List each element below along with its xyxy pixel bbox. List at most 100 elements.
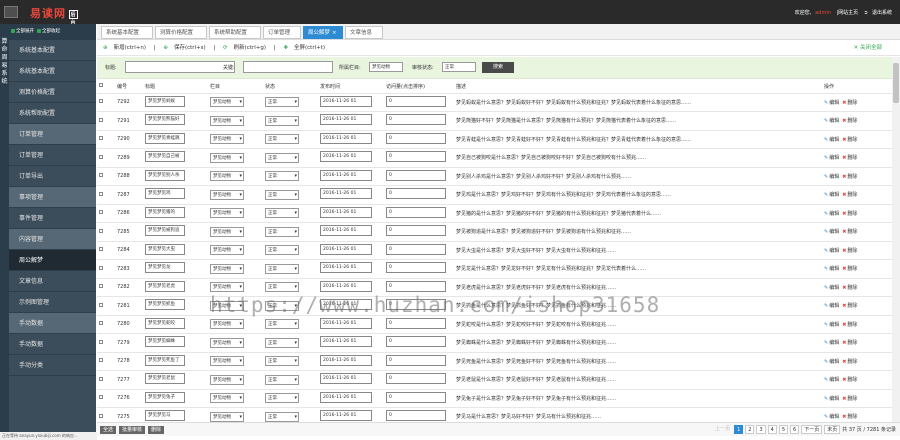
sidebar-item[interactable]: 订单管理 xyxy=(9,124,96,145)
row-checkbox[interactable] xyxy=(99,173,103,178)
delete-button[interactable]: 删除 xyxy=(842,211,857,217)
sidebar-item[interactable]: 订单管理 xyxy=(9,145,96,166)
column-header[interactable]: 访问量(点击排序) xyxy=(384,80,454,94)
views-input[interactable]: 0 xyxy=(386,373,446,385)
site-home-link[interactable]: |网站主页 xyxy=(837,10,859,16)
views-input[interactable]: 0 xyxy=(386,151,446,163)
views-input[interactable]: 0 xyxy=(386,188,446,200)
edit-button[interactable]: 编辑 xyxy=(824,211,839,217)
sidebar-item[interactable]: 事件管理 xyxy=(9,208,96,229)
title-input[interactable]: 梦见梦见马 xyxy=(145,410,185,422)
sidebar-item[interactable]: 手动数据 xyxy=(9,334,96,355)
edit-button[interactable]: 编辑 xyxy=(824,322,839,328)
date-input[interactable]: 2016-11-26 01 xyxy=(320,410,372,422)
row-checkbox[interactable] xyxy=(99,154,103,159)
edit-button[interactable]: 编辑 xyxy=(824,285,839,291)
status-select[interactable]: 正常 xyxy=(265,263,299,274)
delete-button[interactable]: 删除 xyxy=(842,174,857,180)
row-checkbox[interactable] xyxy=(99,376,103,381)
status-select[interactable]: 正常 xyxy=(265,208,299,219)
date-input[interactable]: 2016-11-26 01 xyxy=(320,225,372,237)
page-button[interactable]: 4 xyxy=(767,425,777,434)
delete-button[interactable]: 删除 xyxy=(842,192,857,198)
page-button[interactable]: 1 xyxy=(734,425,744,434)
views-input[interactable]: 0 xyxy=(386,336,446,348)
edit-button[interactable]: 编辑 xyxy=(824,248,839,254)
edit-button[interactable]: 编辑 xyxy=(824,137,839,143)
title-input[interactable]: 梦见梦见熊猫好 xyxy=(145,114,185,126)
title-input[interactable]: 梦见梦见蚂蚁 xyxy=(145,95,185,107)
status-select[interactable]: 正常 xyxy=(265,226,299,237)
sidebar-item[interactable]: 手动分类 xyxy=(9,355,96,376)
delete-button[interactable]: 删除 xyxy=(842,414,857,420)
delete-button[interactable]: 删除 xyxy=(842,396,857,402)
category-select[interactable]: 梦见动物 xyxy=(210,393,244,404)
date-input[interactable]: 2016-11-26 01 xyxy=(320,354,372,366)
views-input[interactable]: 0 xyxy=(386,243,446,255)
close-all-button[interactable]: ✕ 关闭全部 xyxy=(854,41,888,56)
row-checkbox[interactable] xyxy=(99,395,103,400)
row-checkbox[interactable] xyxy=(99,136,103,141)
status-select[interactable]: 正常 xyxy=(265,189,299,200)
views-input[interactable]: 0 xyxy=(386,410,446,422)
row-checkbox[interactable] xyxy=(99,117,103,122)
last-page-button[interactable]: 末页 xyxy=(824,425,841,434)
page-button[interactable]: 3 xyxy=(756,425,766,434)
batch-delete-button[interactable]: 删除 xyxy=(148,426,165,434)
category-select[interactable]: 梦见动物 xyxy=(210,300,244,311)
delete-button[interactable]: 删除 xyxy=(842,359,857,365)
title-input[interactable]: 梦见梦见鸡 xyxy=(145,188,185,200)
date-input[interactable]: 2016-11-26 01 xyxy=(320,188,372,200)
date-input[interactable]: 2016-11-26 01 xyxy=(320,95,372,107)
page-button[interactable]: 2 xyxy=(745,425,755,434)
category-select[interactable]: 梦见动物 xyxy=(210,337,244,348)
row-checkbox[interactable] xyxy=(99,265,103,270)
edit-button[interactable]: 编辑 xyxy=(824,396,839,402)
status-select[interactable]: 正常 xyxy=(265,337,299,348)
category-select[interactable]: 梦见动物 xyxy=(210,374,244,385)
views-input[interactable]: 0 xyxy=(386,317,446,329)
category-select[interactable]: 梦见动物 xyxy=(210,282,244,293)
row-checkbox[interactable] xyxy=(99,99,103,104)
title-input[interactable]: 梦见梦见龙 xyxy=(145,262,185,274)
status-select[interactable]: 正常 xyxy=(442,62,476,72)
edit-button[interactable]: 编辑 xyxy=(824,118,839,124)
title-input[interactable]: 梦见梦见蜘蛛 xyxy=(145,336,185,348)
menu-icon[interactable] xyxy=(4,6,18,18)
fullscreen-button[interactable]: 全屏(ctrl+t) xyxy=(294,45,325,51)
date-input[interactable]: 2016-11-26 01 xyxy=(320,151,372,163)
sidebar-item[interactable]: 系统基本配置 xyxy=(9,61,96,82)
keyword-filter-input[interactable] xyxy=(243,61,333,73)
delete-button[interactable]: 删除 xyxy=(842,118,857,124)
title-filter-input[interactable] xyxy=(125,61,235,73)
date-input[interactable]: 2016-11-26 01 xyxy=(320,206,372,218)
views-input[interactable]: 0 xyxy=(386,169,446,181)
row-checkbox[interactable] xyxy=(99,191,103,196)
delete-button[interactable]: 删除 xyxy=(842,229,857,235)
sidebar-item[interactable]: 内容管理 xyxy=(9,229,96,250)
select-all-checkbox[interactable] xyxy=(99,83,103,88)
next-page-button[interactable]: 下一页 xyxy=(801,425,823,434)
date-input[interactable]: 2016-11-26 01 xyxy=(320,336,372,348)
delete-button[interactable]: 删除 xyxy=(842,248,857,254)
select-all-button[interactable]: 全选 xyxy=(100,426,117,434)
delete-button[interactable]: 删除 xyxy=(842,137,857,143)
status-select[interactable]: 正常 xyxy=(265,319,299,330)
tab-6[interactable]: 文章信息 xyxy=(345,26,383,39)
views-input[interactable]: 0 xyxy=(386,225,446,237)
title-input[interactable]: 梦见梦见被狗追 xyxy=(145,225,185,237)
edit-button[interactable]: 编辑 xyxy=(824,414,839,420)
delete-button[interactable]: 删除 xyxy=(842,303,857,309)
row-checkbox[interactable] xyxy=(99,413,103,418)
views-input[interactable]: 0 xyxy=(386,280,446,292)
title-input[interactable]: 梦见梦见抓鱼 xyxy=(145,299,185,311)
edit-button[interactable]: 编辑 xyxy=(824,100,839,106)
date-input[interactable]: 2016-11-26 01 xyxy=(320,114,372,126)
views-input[interactable]: 0 xyxy=(386,95,446,107)
row-checkbox[interactable] xyxy=(99,228,103,233)
category-select[interactable]: 梦见动物 xyxy=(210,411,244,422)
sidebar-item[interactable]: 事项管理 xyxy=(9,187,96,208)
date-input[interactable]: 2016-11-26 01 xyxy=(320,299,372,311)
category-select[interactable]: 梦见动物 xyxy=(210,245,244,256)
sidebar-item[interactable]: 文章信息 xyxy=(9,271,96,292)
